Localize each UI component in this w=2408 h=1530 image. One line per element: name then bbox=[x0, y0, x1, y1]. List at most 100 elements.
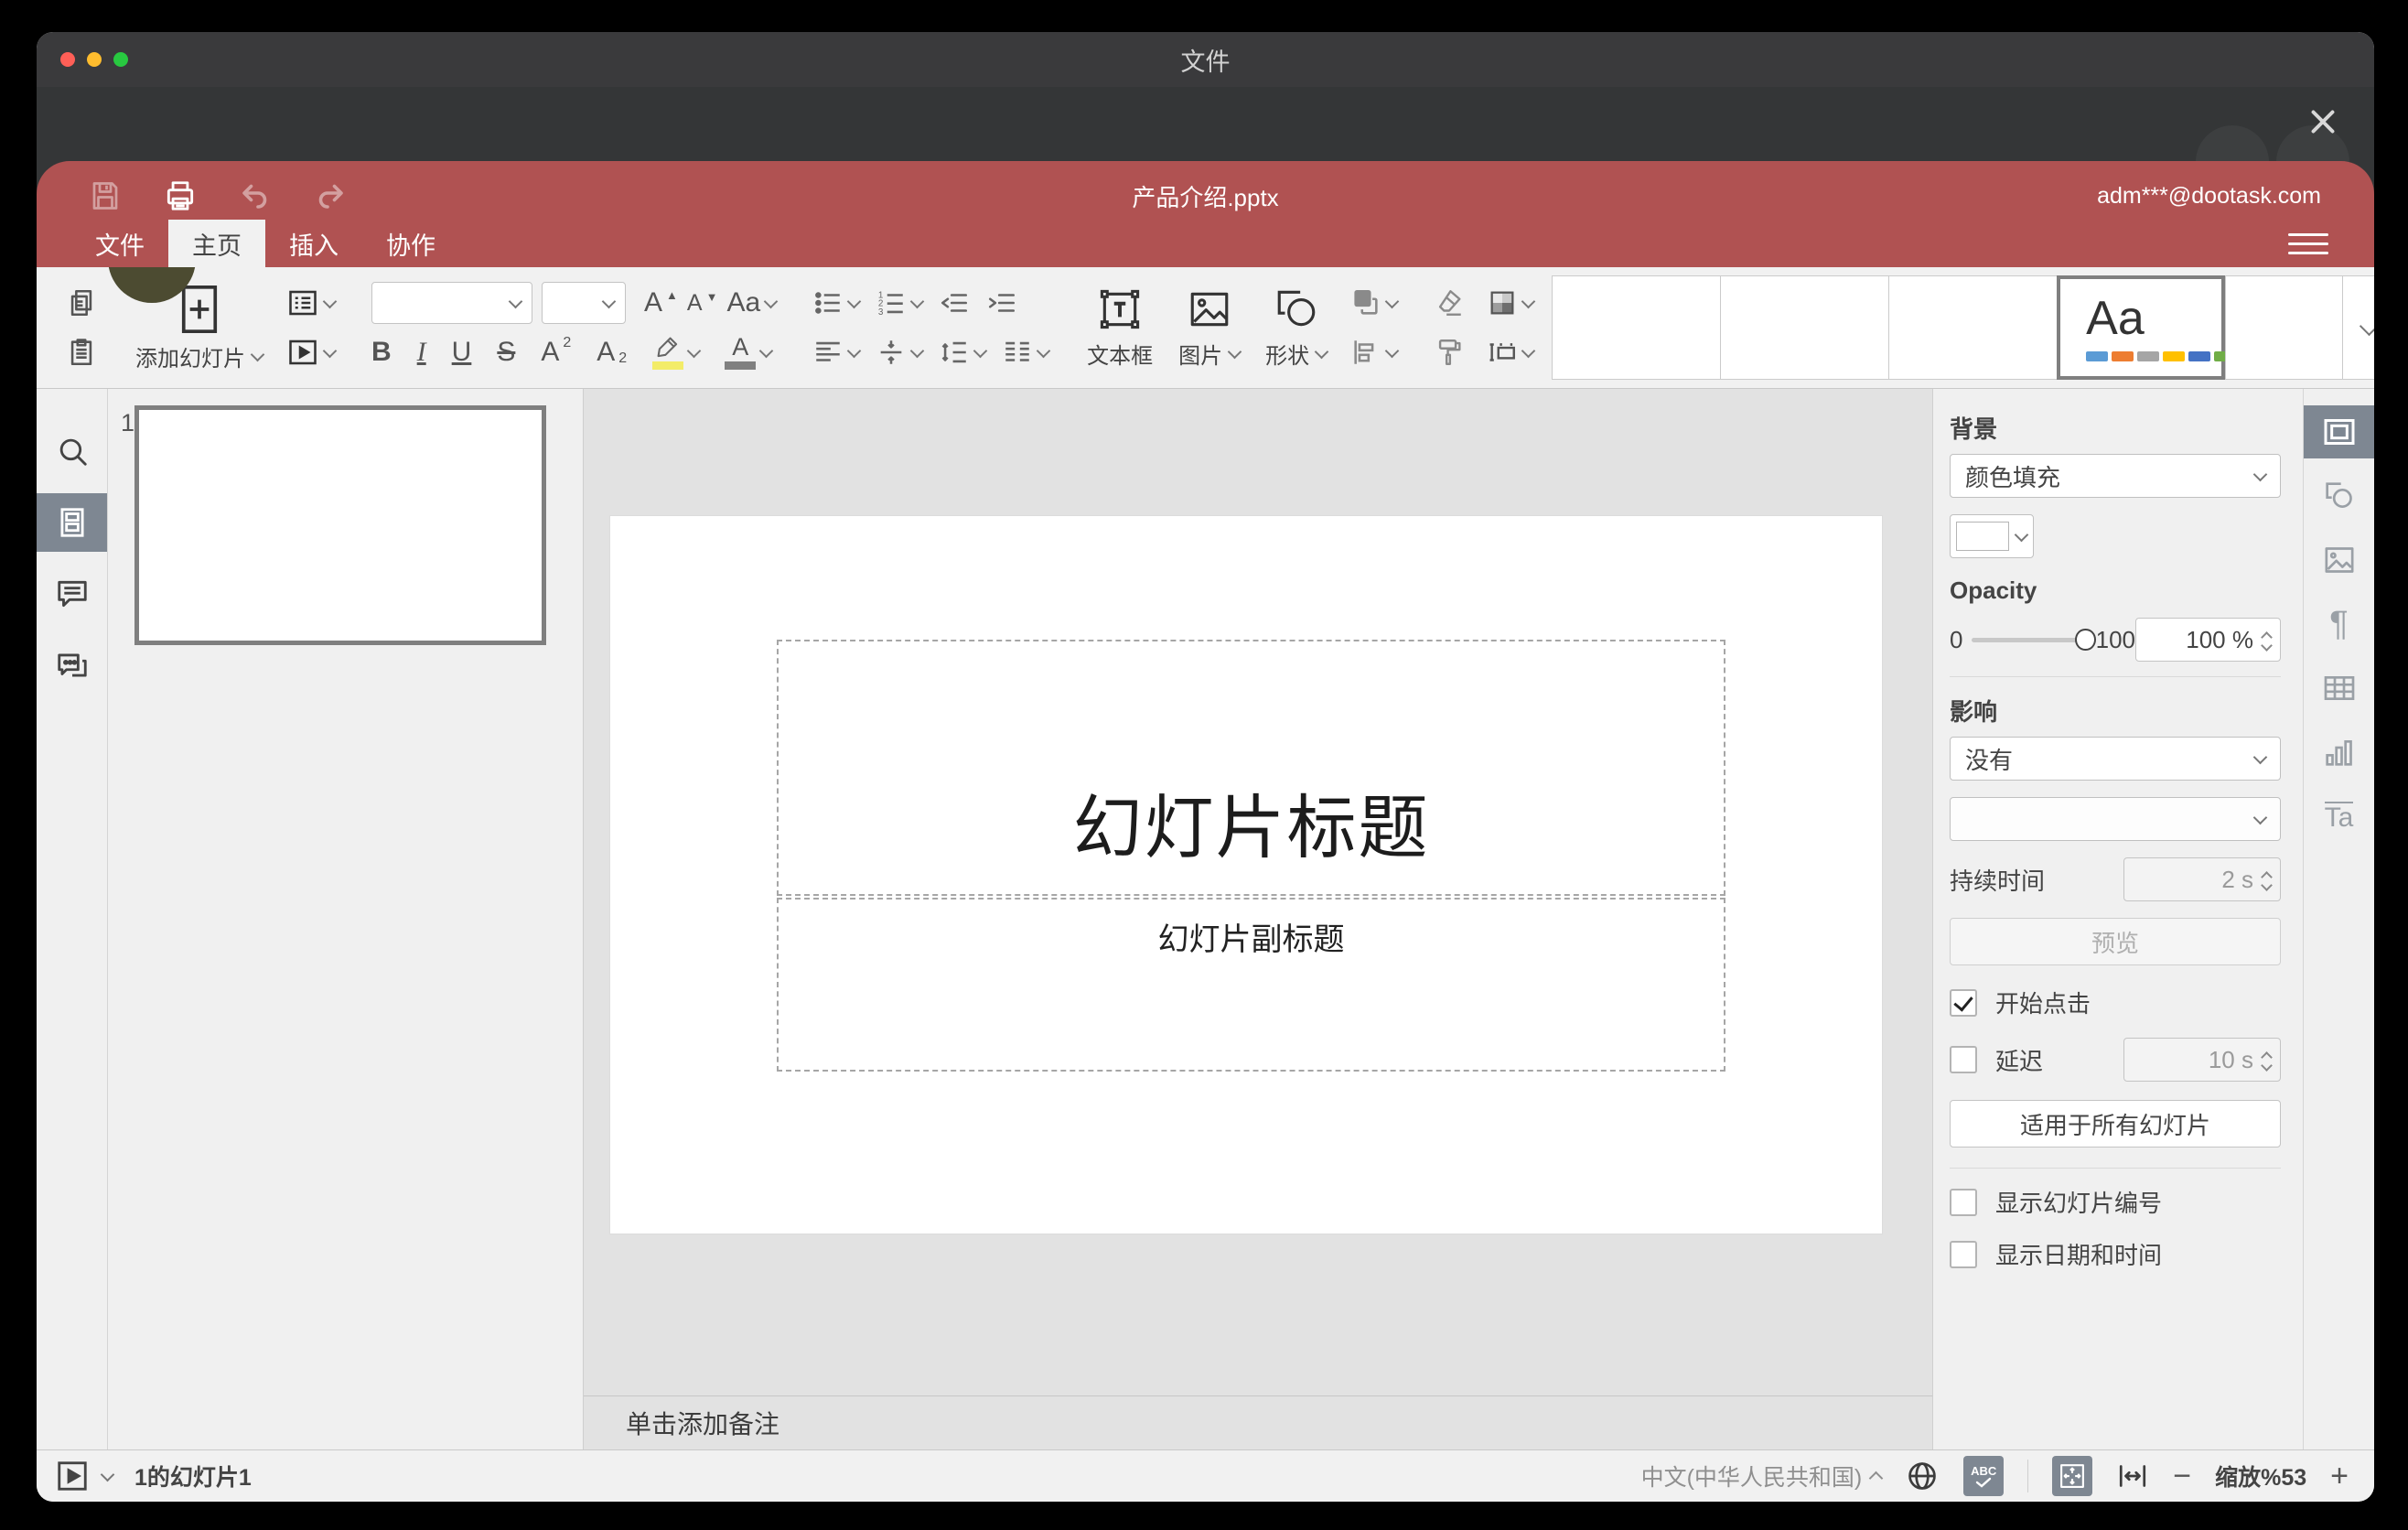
highlight-pen-icon[interactable] bbox=[652, 336, 702, 370]
right-sidebar: ¶ Ta bbox=[2303, 389, 2374, 1449]
vertical-align-icon[interactable] bbox=[876, 337, 925, 368]
show-slide-number-checkbox[interactable] bbox=[1950, 1188, 1977, 1216]
tab-home[interactable]: 主页 bbox=[168, 220, 265, 267]
copy-icon[interactable] bbox=[66, 287, 97, 318]
table-settings-icon[interactable] bbox=[2304, 662, 2374, 715]
theme-item-selected[interactable]: Aa bbox=[2057, 275, 2237, 380]
slide-position-text: 1的幻灯片1 bbox=[134, 1465, 252, 1491]
theme-item[interactable] bbox=[1720, 275, 1889, 380]
theme-item[interactable] bbox=[1552, 275, 1721, 380]
slide-layout-icon[interactable] bbox=[286, 286, 338, 319]
image-settings-icon[interactable] bbox=[2304, 533, 2374, 587]
align-shapes-icon[interactable] bbox=[1350, 337, 1400, 368]
preview-button[interactable]: 预览 bbox=[1950, 918, 2281, 965]
subtitle-placeholder[interactable]: 幻灯片副标题 bbox=[777, 898, 1725, 1072]
start-on-click-checkbox[interactable] bbox=[1950, 988, 1977, 1017]
textart-settings-icon[interactable]: Ta bbox=[2304, 790, 2374, 843]
delay-row: 延迟 10 s bbox=[1950, 1038, 2281, 1082]
spellcheck-icon[interactable]: ABC bbox=[1963, 1456, 2005, 1496]
increase-font-icon[interactable]: A ▲ bbox=[644, 287, 678, 318]
columns-icon[interactable] bbox=[1002, 337, 1051, 368]
underline-button[interactable]: U bbox=[452, 337, 472, 368]
show-datetime-checkbox[interactable] bbox=[1950, 1240, 1977, 1268]
bold-button[interactable]: B bbox=[371, 337, 392, 368]
zoom-level-text: 缩放%53 bbox=[2215, 1465, 2307, 1491]
change-case-icon[interactable]: Aa bbox=[726, 287, 779, 318]
theme-item[interactable] bbox=[2225, 275, 2343, 380]
close-icon[interactable] bbox=[2303, 102, 2343, 142]
duration-input[interactable]: 2 s bbox=[2123, 857, 2281, 901]
bullets-icon[interactable] bbox=[812, 287, 862, 318]
slide-thumbnail[interactable] bbox=[134, 405, 546, 645]
delay-checkbox[interactable] bbox=[1950, 1046, 1977, 1073]
numbering-icon[interactable]: 123 bbox=[876, 287, 925, 318]
title-placeholder[interactable]: 幻灯片标题 bbox=[777, 640, 1725, 896]
font-name-select[interactable] bbox=[371, 282, 532, 324]
apply-to-all-button[interactable]: 适用于所有幻灯片 bbox=[1950, 1100, 2281, 1148]
play-icon[interactable] bbox=[55, 1459, 90, 1493]
editing-canvas[interactable]: 幻灯片标题 幻灯片副标题 单击添加备注 bbox=[584, 389, 1932, 1449]
language-selector[interactable]: 中文(中华人民共和国) bbox=[1640, 1460, 1884, 1492]
status-bar: 1的幻灯片1 中文(中华人民共和国) ABC − 缩放%53 + bbox=[37, 1449, 2374, 1502]
clear-style-icon[interactable] bbox=[1434, 287, 1465, 318]
opacity-value: 100 % bbox=[2186, 625, 2253, 653]
overlay-header: 产品介绍.pptx adm***@dootask.com 文件 主页 插入 协作 bbox=[37, 87, 2374, 303]
opacity-slider-track[interactable] bbox=[1972, 637, 2080, 642]
zoom-in-icon[interactable]: + bbox=[2330, 1460, 2349, 1492]
shape-button[interactable]: 形状 bbox=[1252, 267, 1339, 388]
superscript-button[interactable]: A2 bbox=[541, 335, 571, 368]
opacity-slider-thumb[interactable] bbox=[2075, 629, 2096, 651]
home-toolbar: 添加幻灯片 A ▲ A ▼ Aa B I U S A 2 A 2 A 1 2 3… bbox=[37, 267, 2374, 389]
fit-slide-icon[interactable] bbox=[2052, 1456, 2093, 1496]
background-fill-select[interactable]: 颜色填充 bbox=[1950, 454, 2281, 498]
paragraph-settings-icon[interactable]: ¶ bbox=[2304, 598, 2374, 651]
font-size-select[interactable] bbox=[542, 282, 626, 324]
tab-insert[interactable]: 插入 bbox=[265, 220, 362, 267]
paste-icon[interactable] bbox=[66, 337, 97, 368]
slide-size-icon[interactable] bbox=[1487, 337, 1536, 368]
slide-surface[interactable]: 幻灯片标题 幻灯片副标题 bbox=[609, 515, 1883, 1234]
strikethrough-button[interactable]: S bbox=[497, 337, 515, 368]
line-spacing-icon[interactable] bbox=[939, 337, 988, 368]
fit-width-icon[interactable] bbox=[2116, 1460, 2149, 1492]
language-text: 中文(中华人民共和国) bbox=[1640, 1465, 1863, 1491]
shape-fill-icon[interactable] bbox=[1487, 287, 1536, 318]
slide-thumbnails-panel: 1 bbox=[108, 389, 584, 1449]
image-button[interactable]: 图片 bbox=[1166, 267, 1252, 388]
decrease-font-icon[interactable]: A ▼ bbox=[687, 290, 718, 317]
align-icon[interactable] bbox=[812, 337, 862, 368]
delay-input[interactable]: 10 s bbox=[2123, 1038, 2281, 1082]
textbox-button[interactable]: 文本框 bbox=[1074, 267, 1166, 388]
apply-to-all-label: 适用于所有幻灯片 bbox=[2019, 1111, 2210, 1139]
slide-settings-icon[interactable] bbox=[2304, 405, 2374, 458]
increase-indent-icon[interactable] bbox=[986, 287, 1017, 318]
chart-settings-icon[interactable] bbox=[2304, 726, 2374, 779]
notes-area[interactable]: 单击添加备注 bbox=[584, 1395, 1932, 1449]
chat-icon[interactable] bbox=[37, 636, 107, 695]
effect-variant-select[interactable] bbox=[1950, 797, 2281, 841]
copy-style-icon[interactable] bbox=[1434, 337, 1465, 368]
shape-settings-icon[interactable] bbox=[2304, 469, 2374, 523]
decrease-indent-icon[interactable] bbox=[939, 287, 970, 318]
tab-file[interactable]: 文件 bbox=[71, 220, 168, 267]
play-options-icon[interactable] bbox=[100, 1467, 115, 1482]
subscript-button[interactable]: A2 bbox=[597, 337, 627, 368]
effect-label: 影响 bbox=[1950, 698, 1998, 726]
search-icon[interactable] bbox=[37, 422, 107, 480]
hamburger-icon[interactable] bbox=[2288, 227, 2328, 260]
globe-icon[interactable] bbox=[1905, 1459, 1940, 1493]
opacity-input[interactable]: 100 % bbox=[2135, 618, 2281, 662]
theme-gallery-expand-icon[interactable] bbox=[2342, 275, 2374, 380]
background-color-picker[interactable] bbox=[1950, 514, 2034, 558]
window-title: 文件 bbox=[1180, 48, 1231, 76]
theme-item[interactable] bbox=[1888, 275, 2058, 380]
comment-icon[interactable] bbox=[37, 565, 107, 623]
font-color-icon[interactable]: A bbox=[725, 335, 774, 370]
zoom-out-icon[interactable]: − bbox=[2173, 1460, 2191, 1492]
arrange-icon[interactable] bbox=[1350, 287, 1400, 318]
tab-collaboration[interactable]: 协作 bbox=[362, 220, 459, 267]
start-slideshow-icon[interactable] bbox=[286, 336, 338, 369]
effect-select[interactable]: 没有 bbox=[1950, 737, 2281, 781]
italic-button[interactable]: I bbox=[417, 337, 426, 368]
slides-panel-icon[interactable] bbox=[37, 493, 107, 552]
